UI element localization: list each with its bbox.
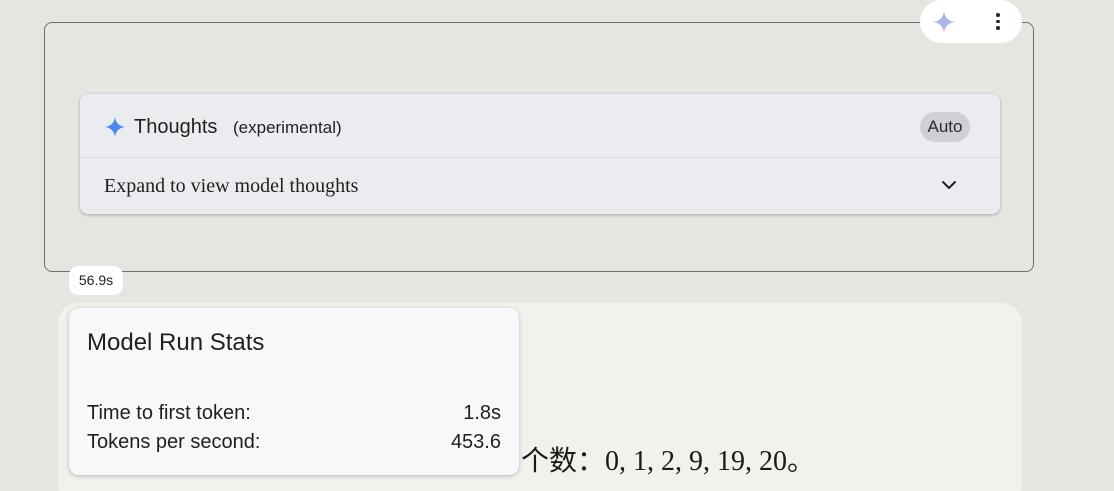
stats-label: Tokens per second: xyxy=(87,431,261,453)
thinking-mode-chip[interactable]: Auto xyxy=(920,112,970,142)
stats-title: Model Run Stats xyxy=(87,329,265,356)
response-time-badge[interactable]: 56.9s xyxy=(69,266,123,295)
stats-value: 1.8s xyxy=(463,402,501,424)
chevron-down-icon[interactable] xyxy=(940,178,958,192)
thoughts-header: Thoughts (experimental) Auto xyxy=(80,94,1000,158)
chat-canvas: Thoughts (experimental) Auto Expand to v… xyxy=(0,0,1114,491)
message-actions-pill xyxy=(920,0,1022,43)
stats-value: 453.6 xyxy=(450,431,501,453)
thoughts-title: Thoughts xyxy=(134,116,218,138)
thoughts-subtitle: (experimental) xyxy=(233,118,342,137)
stats-row-time-to-first-token: Time to first token: 1.8s xyxy=(87,399,501,427)
model-run-stats-tooltip: Model Run Stats Time to first token: 1.8… xyxy=(69,308,519,475)
sparkle-icon xyxy=(933,10,955,33)
stats-row-tokens-per-second: Tokens per second: 453.6 xyxy=(87,428,501,456)
response-text: 个数：0, 1, 2, 9, 19, 20。 xyxy=(521,446,816,477)
thoughts-panel: Thoughts (experimental) Auto Expand to v… xyxy=(80,94,1000,214)
expand-thoughts-label: Expand to view model thoughts xyxy=(104,175,359,197)
sparkle-icon xyxy=(104,116,126,138)
more-options-icon[interactable] xyxy=(988,10,1008,34)
stats-label: Time to first token: xyxy=(87,402,251,424)
expand-thoughts-toggle[interactable]: Expand to view model thoughts xyxy=(80,158,1000,214)
